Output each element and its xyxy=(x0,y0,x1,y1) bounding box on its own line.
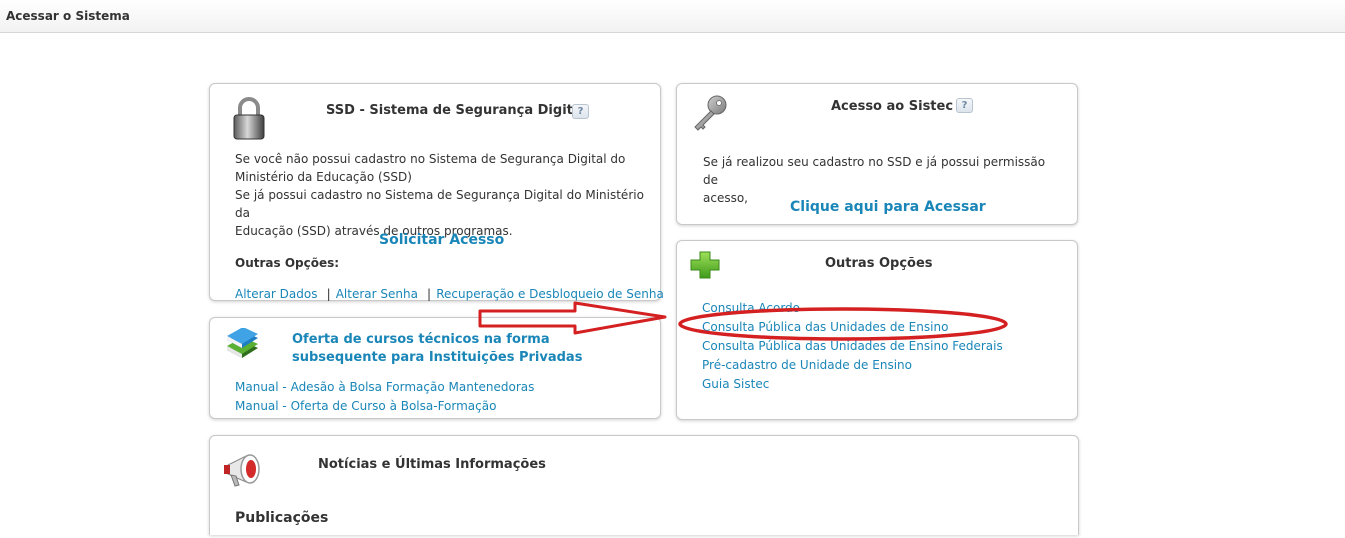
ssd-title: SSD - Sistema de Segurança Digital xyxy=(326,103,587,118)
top-bar: Acessar o Sistema xyxy=(0,0,1345,33)
consulta-publica-federais-link[interactable]: Consulta Pública das Unidades de Ensino … xyxy=(702,339,1003,353)
publicacoes-heading: Publicações xyxy=(235,510,329,526)
oferta-panel: Oferta de cursos técnicos na forma subse… xyxy=(209,317,661,419)
ssd-other-options-label: Outras Opções: xyxy=(235,256,340,270)
key-icon xyxy=(694,95,727,131)
ssd-description: Se você não possui cadastro no Sistema d… xyxy=(235,152,644,238)
noticias-panel: Notícias e Últimas Informações Publicaçõ… xyxy=(209,435,1079,535)
manual-oferta-link[interactable]: Manual - Oferta de Curso à Bolsa-Formaçã… xyxy=(235,399,496,413)
ssd-links: Alterar Dados | Alterar Senha | Recupera… xyxy=(235,287,664,301)
pre-cadastro-unidade-link[interactable]: Pré-cadastro de Unidade de Ensino xyxy=(702,358,912,372)
lock-icon xyxy=(233,97,265,140)
recuperacao-senha-link[interactable]: Recuperação e Desbloqueio de Senha xyxy=(436,287,664,301)
outras-opcoes-title: Outras Opções xyxy=(825,256,933,271)
ssd-help-icon[interactable]: ? xyxy=(572,104,589,119)
sistec-title: Acesso ao Sistec xyxy=(831,99,954,114)
oferta-links: Manual - Adesão à Bolsa Formação Mantene… xyxy=(235,377,534,415)
page-title: Acessar o Sistema xyxy=(6,9,130,23)
solicitar-acesso-link[interactable]: Solicitar Acesso xyxy=(379,232,504,248)
guia-sistec-link[interactable]: Guia Sistec xyxy=(702,377,769,391)
sistec-panel: Acesso ao Sistec ? Se já realizou seu ca… xyxy=(676,83,1078,225)
megaphone-icon xyxy=(224,454,260,487)
ssd-panel: SSD - Sistema de Segurança Digital ? Se … xyxy=(209,83,664,301)
alterar-senha-link[interactable]: Alterar Senha xyxy=(336,287,418,301)
outras-opcoes-panel: Outras Opções Consulta Acordo Consulta P… xyxy=(676,240,1078,420)
sistec-help-icon[interactable]: ? xyxy=(956,98,973,113)
manual-adesao-link[interactable]: Manual - Adesão à Bolsa Formação Mantene… xyxy=(235,380,534,394)
oferta-title: Oferta de cursos técnicos na forma subse… xyxy=(292,332,583,365)
consulta-acordo-link[interactable]: Consulta Acordo xyxy=(702,301,800,315)
outras-opcoes-links: Consulta Acordo Consulta Pública das Uni… xyxy=(702,298,1003,393)
plus-icon xyxy=(690,251,720,279)
books-icon xyxy=(227,328,258,358)
alterar-dados-link[interactable]: Alterar Dados xyxy=(235,287,317,301)
clique-acessar-link[interactable]: Clique aqui para Acessar xyxy=(790,199,986,215)
consulta-publica-unidades-link[interactable]: Consulta Pública das Unidades de Ensino xyxy=(702,320,948,334)
noticias-title: Notícias e Últimas Informações xyxy=(318,457,546,472)
